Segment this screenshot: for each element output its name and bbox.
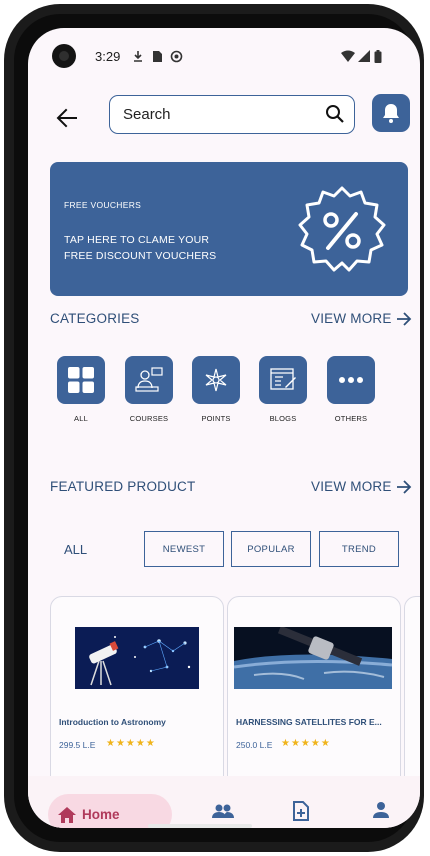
home-gesture-pill[interactable] (148, 824, 252, 828)
category-label: POINTS (201, 414, 231, 423)
astronomy-telescope-image (75, 627, 199, 689)
people-icon[interactable] (212, 804, 234, 818)
voucher-banner[interactable]: FREE VOUCHERS TAP HERE TO CLAME YOUR FRE… (50, 162, 408, 296)
view-more-label: VIEW MORE (311, 311, 392, 326)
arrow-right-icon (396, 479, 411, 494)
rating-stars: ★★★★★ (106, 738, 156, 749)
cell-signal-icon (358, 50, 370, 62)
category-label: COURSES (129, 414, 169, 423)
battery-icon (374, 50, 382, 63)
featured-view-more[interactable]: VIEW MORE (311, 479, 412, 494)
view-more-label: VIEW MORE (311, 479, 392, 494)
more-icon (339, 377, 363, 383)
status-time: 3:29 (95, 49, 121, 64)
filter-trend-button[interactable]: TREND (319, 531, 399, 567)
filter-newest-button[interactable]: NEWEST (144, 531, 224, 567)
sim-card-icon (153, 51, 162, 62)
search-input[interactable]: Search (109, 95, 355, 134)
search-placeholder: Search (123, 106, 171, 123)
category-others-tile (327, 356, 375, 404)
product-price: 299.5 L.E (59, 740, 96, 750)
rating-stars: ★★★★★ (281, 738, 331, 749)
add-document-icon[interactable] (292, 801, 310, 821)
product-price: 250.0 L.E (236, 740, 273, 750)
category-blogs-tile (259, 356, 307, 404)
blogs-icon (270, 368, 296, 390)
featured-title: FEATURED PRODUCT (50, 479, 196, 494)
camera-cutout (52, 44, 76, 68)
category-others[interactable]: OTHERS (321, 356, 381, 423)
phone-frame: 3:29 Search FREE VOUCHERS TAP HERE TO CL… (4, 4, 424, 852)
category-points-tile (192, 356, 240, 404)
points-icon (205, 368, 227, 392)
banner-message: TAP HERE TO CLAME YOUR FREE DISCOUNT VOU… (64, 232, 216, 264)
satellite-image (234, 627, 392, 689)
grid-icon (68, 367, 94, 393)
banner-line-2: FREE DISCOUNT VOUCHERS (64, 250, 217, 262)
courses-icon (135, 367, 163, 392)
category-courses-tile (125, 356, 173, 404)
category-courses[interactable]: COURSES (119, 356, 179, 423)
product-card[interactable]: Introduction to Astronomy 299.5 L.E ★★★★… (50, 596, 224, 788)
top-bar: Search (28, 90, 420, 146)
bottom-navigation: Home (28, 776, 420, 828)
back-arrow-icon[interactable] (54, 105, 80, 131)
phone-bezel: 3:29 Search FREE VOUCHERS TAP HERE TO CL… (14, 14, 420, 842)
nav-home[interactable]: Home (48, 794, 172, 828)
filter-all[interactable]: ALL (64, 542, 87, 557)
notifications-button[interactable] (372, 94, 410, 132)
search-icon[interactable] (325, 104, 345, 124)
status-bar: 3:29 (28, 28, 420, 86)
product-title: HARNESSING SATELLITES FOR E... (236, 717, 382, 727)
product-card-partial[interactable] (404, 596, 420, 788)
category-blogs[interactable]: BLOGS (253, 356, 313, 423)
category-points[interactable]: POINTS (186, 356, 246, 423)
wifi-icon (341, 50, 355, 62)
product-title: Introduction to Astronomy (59, 717, 166, 727)
category-all[interactable]: ALL (51, 356, 111, 423)
discount-badge-icon (298, 186, 386, 272)
nav-home-label: Home (82, 807, 120, 822)
home-icon (58, 806, 76, 823)
profile-icon[interactable] (373, 802, 389, 818)
category-label: ALL (74, 414, 88, 423)
bell-icon (383, 104, 399, 123)
category-label: BLOGS (269, 414, 297, 423)
product-card[interactable]: HARNESSING SATELLITES FOR E... 250.0 L.E… (227, 596, 401, 788)
category-all-tile (57, 356, 105, 404)
category-label: OTHERS (334, 414, 368, 423)
categories-title: CATEGORIES (50, 311, 140, 326)
banner-line-1: TAP HERE TO CLAME YOUR (64, 234, 210, 246)
banner-label: FREE VOUCHERS (64, 200, 142, 210)
sync-status-icon (170, 50, 183, 63)
download-icon (134, 51, 142, 62)
app-screen: 3:29 Search FREE VOUCHERS TAP HERE TO CL… (28, 28, 420, 828)
arrow-right-icon (396, 311, 411, 326)
filter-popular-button[interactable]: POPULAR (231, 531, 311, 567)
categories-view-more[interactable]: VIEW MORE (311, 311, 412, 326)
